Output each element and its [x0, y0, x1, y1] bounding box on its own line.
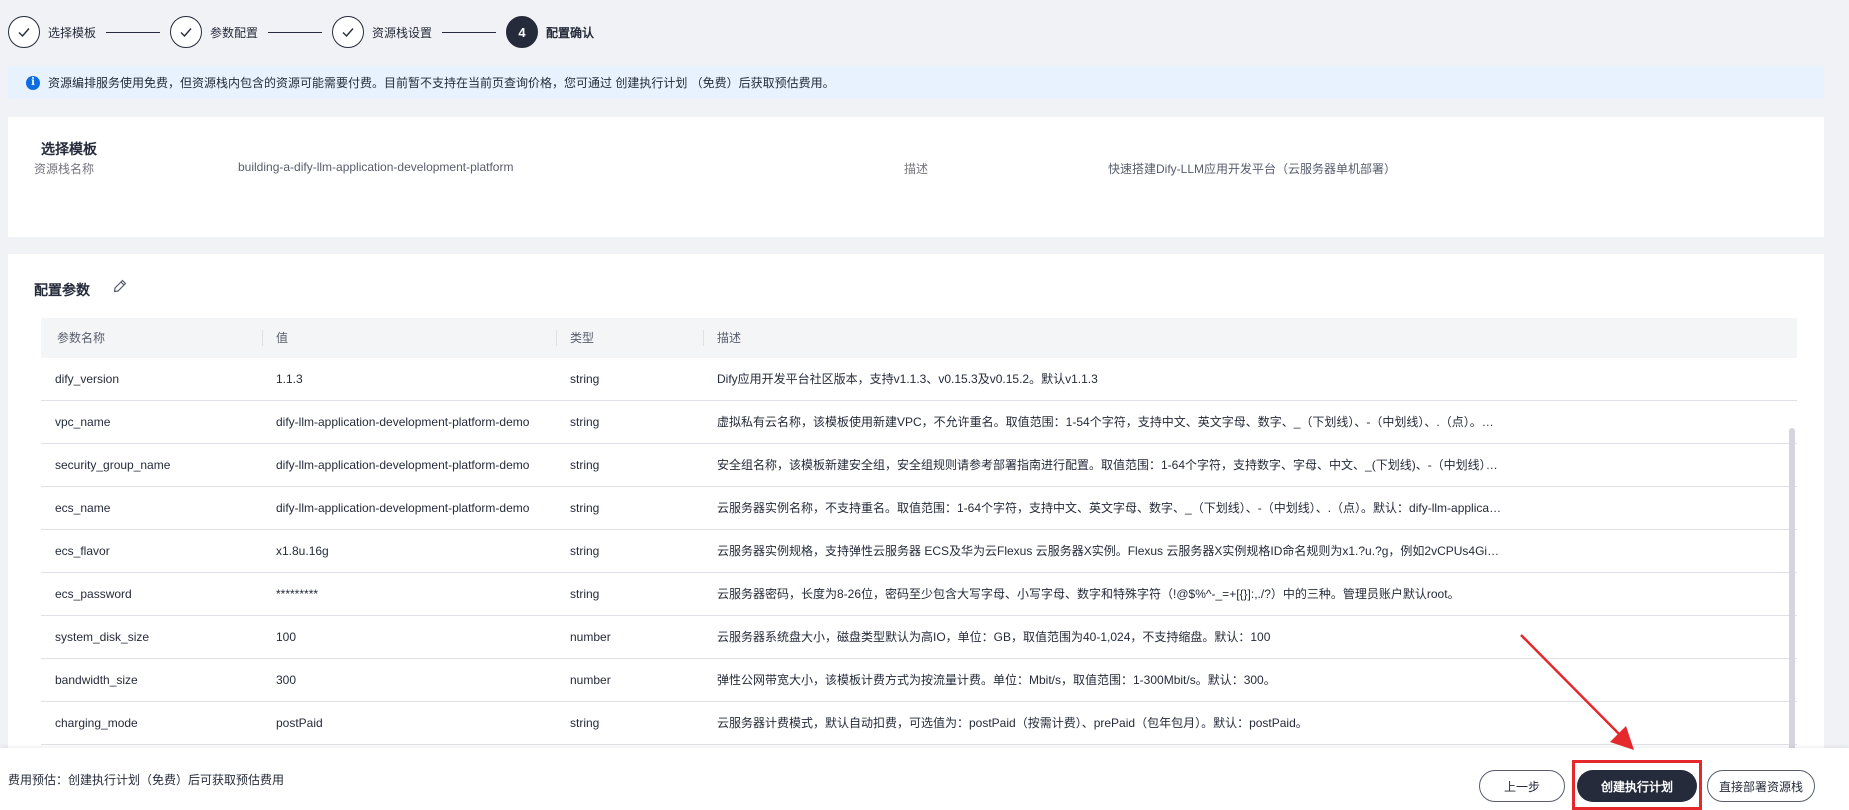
param-description: Dify应用开发平台社区版本，支持v1.1.3、v0.15.3及v0.15.2。… [717, 372, 1098, 386]
step-4-label: 配置确认 [546, 25, 595, 40]
param-name: ecs_flavor [55, 544, 110, 558]
param-type: string [570, 501, 600, 515]
table-row: system_disk_size 100 number 云服务器系统盘大小，磁盘… [41, 616, 1797, 659]
param-name: system_disk_size [55, 630, 150, 644]
param-value: dify-llm-application-development-platfor… [276, 458, 530, 472]
description-label: 描述 [904, 162, 929, 176]
param-name: charging_mode [55, 716, 138, 730]
table-row: bandwidth_size 300 number 弹性公网带宽大小，该模板计费… [41, 659, 1797, 702]
step-1[interactable]: 选择模板 [8, 16, 96, 48]
step-3[interactable]: 资源栈设置 [332, 16, 432, 48]
step-1-label: 选择模板 [48, 25, 97, 40]
param-type: string [570, 544, 600, 558]
param-type: string [570, 458, 600, 472]
param-name: ecs_name [55, 501, 111, 515]
table-row: ecs_flavor x1.8u.16g string 云服务器实例规格，支持弹… [41, 530, 1797, 573]
param-description: 云服务器密码，长度为8-26位，密码至少包含大写字母、小写字母、数字和特殊字符（… [717, 587, 1460, 601]
param-description: 弹性公网带宽大小，该模板计费方式为按流量计费。单位：Mbit/s，取值范围：1-… [717, 673, 1276, 687]
table-row: dify_version 1.1.3 string Dify应用开发平台社区版本… [41, 358, 1797, 401]
check-icon [170, 16, 203, 48]
param-value: dify-llm-application-development-platfor… [276, 501, 530, 515]
param-value: ********* [276, 587, 319, 601]
param-name: vpc_name [55, 415, 111, 429]
param-type: string [570, 587, 600, 601]
cost-estimate-text: 费用预估：创建执行计划（免费）后可获取预估费用 [8, 773, 285, 787]
table-row: security_group_name dify-llm-application… [41, 444, 1797, 487]
param-description: 云服务器实例名称，不支持重名。取值范围：1-64个字符，支持中文、英文字母、数字… [717, 501, 1502, 515]
table-row: charging_mode postPaid string 云服务器计费模式，默… [41, 702, 1797, 745]
param-type: string [570, 716, 600, 730]
info-icon: i [26, 75, 40, 90]
param-value: 100 [276, 630, 297, 644]
deploy-stack-button[interactable]: 直接部署资源栈 [1707, 770, 1815, 802]
param-name: ecs_password [55, 587, 132, 601]
params-card: 配置参数 参数名称 值 类型 描述 dify_version 1.1.3 str… [8, 254, 1824, 750]
param-type: string [570, 372, 600, 386]
step-4-number: 4 [506, 16, 539, 48]
param-type: number [570, 673, 611, 687]
description-value: 快速搭建Dify-LLM应用开发平台（云服务器单机部署） [1108, 162, 1397, 176]
column-divider [262, 330, 263, 346]
param-name: bandwidth_size [55, 673, 138, 687]
param-description: 云服务器系统盘大小，磁盘类型默认为高IO，单位：GB，取值范围为40-1,024… [717, 630, 1271, 644]
table-row: ecs_name dify-llm-application-developmen… [41, 487, 1797, 530]
param-description: 云服务器计费模式，默认自动扣费，可选值为：postPaid（按需计费）、preP… [717, 716, 1308, 730]
check-icon [332, 16, 365, 48]
header-type: 类型 [570, 331, 595, 345]
column-divider [556, 330, 557, 346]
template-card-title: 选择模板 [41, 141, 97, 157]
step-connector [106, 31, 161, 33]
param-name: security_group_name [55, 458, 171, 472]
info-text: 资源编排服务使用免费，但资源栈内包含的资源可能需要付费。目前暂不支持在当前页查询… [48, 76, 835, 90]
param-type: string [570, 415, 600, 429]
stack-name-value: building-a-dify-llm-application-developm… [238, 160, 514, 174]
param-description: 云服务器实例规格，支持弹性云服务器 ECS及华为云Flexus 云服务器X实例。… [717, 544, 1502, 558]
table-header: 参数名称 值 类型 描述 [41, 318, 1797, 358]
param-name: dify_version [55, 372, 120, 386]
edit-icon[interactable] [112, 278, 128, 294]
check-icon [8, 16, 40, 48]
header-description: 描述 [717, 331, 742, 345]
stack-name-label: 资源栈名称 [34, 162, 95, 176]
param-value: x1.8u.16g [276, 544, 329, 558]
param-value: 300 [276, 673, 297, 687]
header-param-name: 参数名称 [57, 331, 106, 345]
previous-step-button[interactable]: 上一步 [1479, 770, 1565, 802]
step-4: 4 配置确认 [506, 16, 594, 48]
param-type: number [570, 630, 611, 644]
step-connector [442, 31, 497, 33]
param-value: postPaid [276, 716, 323, 730]
annotation-highlight-box [1572, 760, 1702, 810]
table-scrollbar[interactable] [1789, 428, 1795, 750]
param-value: 1.1.3 [276, 372, 303, 386]
param-value: dify-llm-application-development-platfor… [276, 415, 530, 429]
table-row: vpc_name dify-llm-application-developmen… [41, 401, 1797, 444]
column-divider [703, 330, 704, 346]
param-description: 安全组名称，该模板新建安全组，安全组规则请参考部署指南进行配置。取值范围：1-6… [717, 458, 1502, 472]
step-2-label: 参数配置 [210, 25, 259, 40]
info-banner: i 资源编排服务使用免费，但资源栈内包含的资源可能需要付费。目前暂不支持在当前页… [8, 66, 1824, 99]
step-2[interactable]: 参数配置 [170, 16, 258, 48]
steps-indicator: 选择模板 参数配置 资源栈设置 4 配置确认 [8, 16, 594, 48]
param-description: 虚拟私有云名称，该模板使用新建VPC，不允许重名。取值范围：1-54个字符，支持… [717, 415, 1502, 429]
params-card-title: 配置参数 [34, 282, 90, 298]
template-card: 选择模板 资源栈名称 building-a-dify-llm-applicati… [8, 117, 1824, 237]
step-3-label: 资源栈设置 [372, 25, 433, 40]
step-connector [268, 31, 323, 33]
table-row: ecs_password ********* string 云服务器密码，长度为… [41, 573, 1797, 616]
params-table: 参数名称 值 类型 描述 dify_version 1.1.3 string D… [41, 318, 1797, 750]
